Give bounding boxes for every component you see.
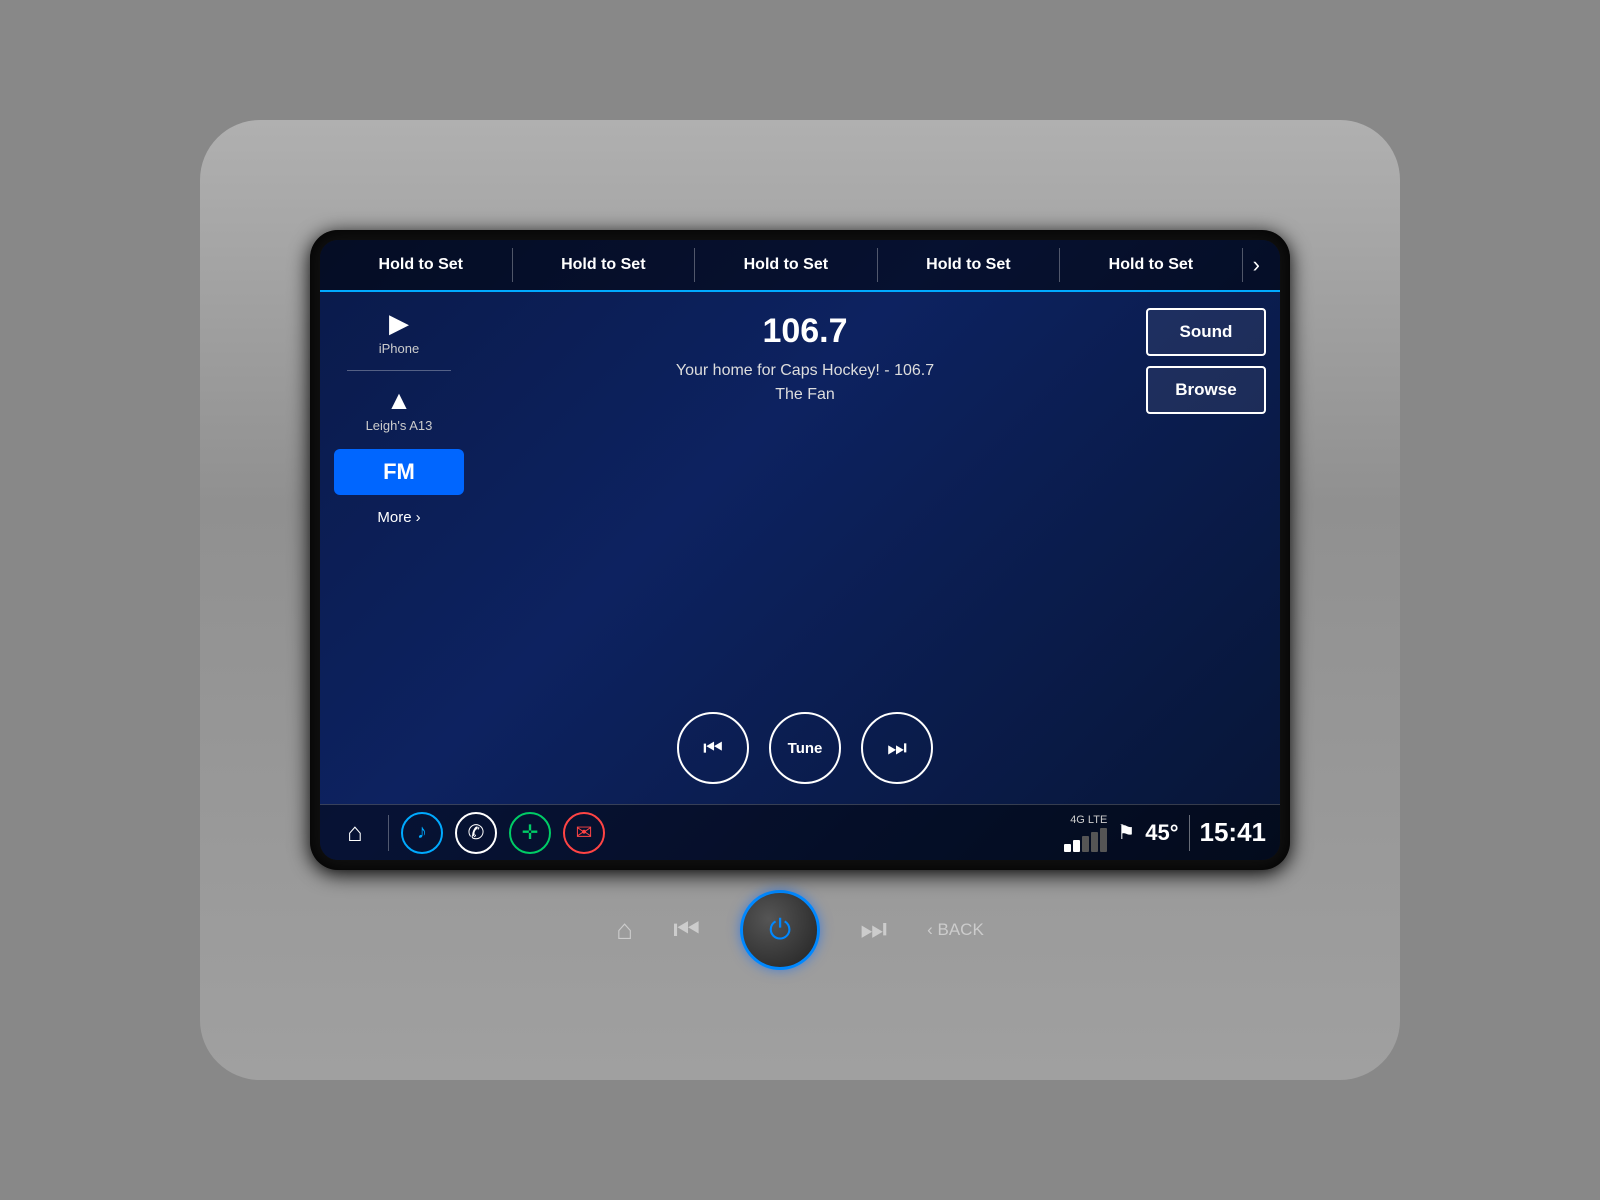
apps-icon: ✛ bbox=[522, 820, 539, 845]
music-icon: ♪ bbox=[417, 821, 427, 844]
carplay-icon: ▲ bbox=[386, 385, 412, 416]
iphone-label: iPhone bbox=[379, 341, 419, 356]
car-surround: Hold to Set Hold to Set Hold to Set Hold… bbox=[200, 120, 1400, 1080]
tune-button[interactable]: Tune bbox=[769, 712, 841, 784]
more-icon: › bbox=[416, 509, 421, 526]
transport-controls: ⏮ Tune ⏭ bbox=[677, 712, 933, 784]
next-station-button[interactable]: ⏭ bbox=[861, 712, 933, 784]
physical-prev-button[interactable]: ⏮ bbox=[673, 913, 700, 947]
more-button[interactable]: More › bbox=[377, 509, 420, 526]
music-nav-button[interactable]: ♪ bbox=[401, 812, 443, 854]
temperature-display: 45° bbox=[1145, 820, 1178, 846]
physical-back-button[interactable]: ‹ BACK bbox=[927, 920, 984, 940]
preset-1[interactable]: Hold to Set bbox=[330, 248, 513, 282]
navigation-nav-button[interactable]: ✉ bbox=[563, 812, 605, 854]
more-label: More bbox=[377, 509, 411, 526]
sound-button[interactable]: Sound bbox=[1146, 308, 1266, 356]
preset-3[interactable]: Hold to Set bbox=[695, 248, 878, 282]
phone-icon: ✆ bbox=[468, 820, 485, 845]
iphone-source[interactable]: ▶ iPhone bbox=[375, 304, 423, 360]
nav-icon: ✉ bbox=[576, 820, 593, 845]
nav-icons: ⌂ ♪ ✆ ✛ ✉ bbox=[334, 812, 605, 854]
power-icon: ⏻ bbox=[769, 914, 791, 947]
status-right: 4G LTE ⚑ 45° 15:41 bbox=[1064, 814, 1266, 852]
station-info: 106.7 Your home for Caps Hockey! - 106.7… bbox=[676, 312, 934, 407]
carplay-source[interactable]: ▲ Leigh's A13 bbox=[362, 381, 437, 437]
signal-bar-1 bbox=[1064, 844, 1071, 852]
home-nav-button[interactable]: ⌂ bbox=[334, 812, 376, 854]
status-divider bbox=[1189, 815, 1190, 851]
nav-divider bbox=[388, 815, 389, 851]
next-icon: ⏭ bbox=[887, 735, 907, 761]
station-frequency: 106.7 bbox=[676, 312, 934, 351]
prev-icon: ⏮ bbox=[703, 735, 723, 761]
signal-bar-2 bbox=[1073, 840, 1080, 852]
station-description-line1: Your home for Caps Hockey! - 106.7 bbox=[676, 359, 934, 383]
center-column: 106.7 Your home for Caps Hockey! - 106.7… bbox=[476, 304, 1134, 792]
apps-nav-button[interactable]: ✛ bbox=[509, 812, 551, 854]
preset-4[interactable]: Hold to Set bbox=[878, 248, 1061, 282]
screen-bezel: Hold to Set Hold to Set Hold to Set Hold… bbox=[310, 230, 1290, 870]
power-knob[interactable]: ⏻ bbox=[740, 890, 820, 970]
fm-band-button[interactable]: FM bbox=[334, 449, 464, 495]
back-label: ‹ BACK bbox=[927, 920, 984, 940]
station-description-line2: The Fan bbox=[676, 383, 934, 407]
physical-home-button[interactable]: ⌂ bbox=[616, 914, 633, 946]
physical-controls: ⌂ ⏮ ⏻ ⏭ ‹ BACK bbox=[200, 890, 1400, 970]
screen: Hold to Set Hold to Set Hold to Set Hold… bbox=[320, 240, 1280, 860]
main-content: ▶ iPhone ▲ Leigh's A13 FM More › bbox=[320, 292, 1280, 804]
phone-nav-button[interactable]: ✆ bbox=[455, 812, 497, 854]
signal-bars bbox=[1064, 828, 1107, 852]
status-bar: ⌂ ♪ ✆ ✛ ✉ bbox=[320, 804, 1280, 860]
time-display: 15:41 bbox=[1200, 817, 1267, 848]
iphone-icon: ▶ bbox=[389, 308, 409, 339]
preset-5[interactable]: Hold to Set bbox=[1060, 248, 1243, 282]
home-icon: ⌂ bbox=[347, 817, 363, 848]
preset-next-button[interactable]: › bbox=[1243, 252, 1270, 278]
signal-bar-3 bbox=[1082, 836, 1089, 852]
signal-area: 4G LTE bbox=[1064, 814, 1107, 852]
signal-label: 4G LTE bbox=[1070, 814, 1107, 826]
physical-next-button[interactable]: ⏭ bbox=[860, 913, 887, 947]
location-icon: ⚑ bbox=[1117, 820, 1135, 845]
prev-station-button[interactable]: ⏮ bbox=[677, 712, 749, 784]
left-column: ▶ iPhone ▲ Leigh's A13 FM More › bbox=[334, 304, 464, 792]
preset-bar: Hold to Set Hold to Set Hold to Set Hold… bbox=[320, 240, 1280, 292]
preset-2[interactable]: Hold to Set bbox=[513, 248, 696, 282]
signal-bar-4 bbox=[1091, 832, 1098, 852]
tune-label: Tune bbox=[788, 740, 823, 757]
right-column: Sound Browse bbox=[1146, 304, 1266, 792]
carplay-label: Leigh's A13 bbox=[366, 418, 433, 433]
signal-bar-5 bbox=[1100, 828, 1107, 852]
source-divider bbox=[347, 370, 451, 371]
browse-button[interactable]: Browse bbox=[1146, 366, 1266, 414]
